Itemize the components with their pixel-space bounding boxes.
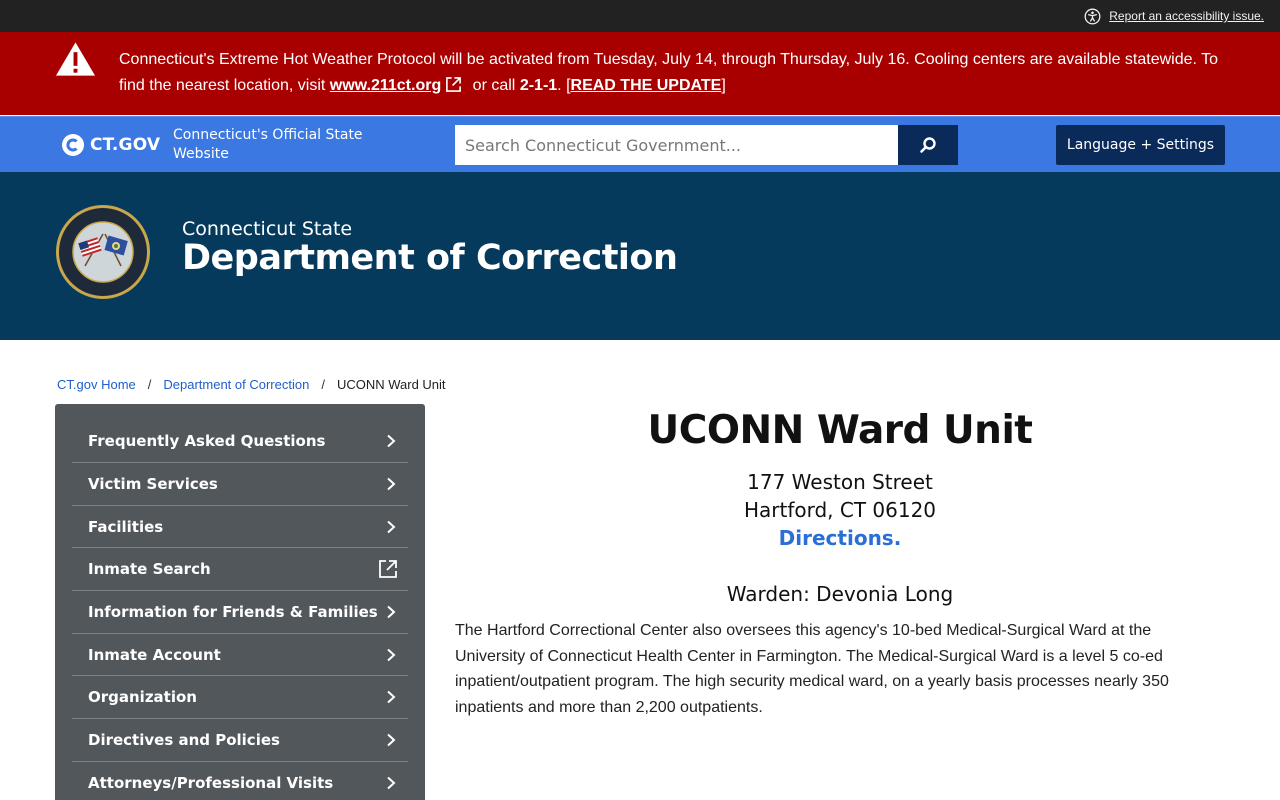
sidebar-item-label: Frequently Asked Questions	[88, 432, 326, 450]
breadcrumb-separator: /	[321, 377, 325, 392]
alert-text-after: . [	[557, 77, 571, 94]
alert-211-link[interactable]: www.211ct.org	[330, 77, 468, 94]
sidebar-item-inmate-account[interactable]: Inmate Account	[72, 634, 408, 677]
sidebar-item-faq[interactable]: Frequently Asked Questions	[72, 404, 408, 463]
agency-header: Connecticut State Department of Correcti…	[0, 172, 1280, 340]
sidebar-item-friends-families[interactable]: Information for Friends & Families	[72, 591, 408, 634]
ctgov-logo-text: CT.GOV	[90, 135, 161, 155]
report-accessibility-label: Report an accessibility issue.	[1109, 9, 1264, 23]
sidebar-item-inmate-search[interactable]: Inmate Search	[72, 548, 408, 592]
breadcrumb-department-of-correction[interactable]: Department of Correction	[163, 377, 309, 392]
alert-message: Connecticut's Extreme Hot Weather Protoc…	[119, 47, 1239, 99]
chevron-right-icon	[387, 776, 396, 789]
search-input[interactable]	[455, 125, 898, 165]
report-accessibility-link[interactable]: Report an accessibility issue.	[1084, 5, 1264, 27]
directions-link[interactable]: Directions.	[455, 526, 1225, 550]
accessibility-icon	[1084, 8, 1101, 24]
ctgov-logo[interactable]: CT.GOV	[62, 134, 160, 156]
breadcrumb: CT.gov Home / Department of Correction /…	[57, 377, 446, 392]
breadcrumb-separator: /	[147, 377, 152, 392]
sidebar-nav: Frequently Asked Questions Victim Servic…	[55, 404, 425, 800]
sidebar-item-organization[interactable]: Organization	[72, 676, 408, 720]
department-seal-logo[interactable]	[55, 204, 151, 300]
external-link-icon	[379, 560, 397, 579]
search-button[interactable]	[898, 125, 958, 165]
sidebar-item-attorneys-visits[interactable]: Attorneys/Professional Visits	[72, 762, 408, 800]
chevron-right-icon	[387, 477, 396, 491]
alert-text-middle: or call	[468, 77, 520, 94]
chevron-right-icon	[387, 691, 396, 704]
warden-name: Warden: Devonia Long	[726, 582, 954, 606]
agency-title[interactable]: Department of Correction	[182, 238, 678, 278]
ctgov-tagline: Connecticut's Official State Website	[173, 127, 363, 162]
sidebar-item-label: Facilities	[88, 517, 164, 536]
sidebar-item-facilities[interactable]: Facilities	[72, 506, 408, 549]
weather-alert-banner: Connecticut's Extreme Hot Weather Protoc…	[0, 32, 1280, 115]
sidebar-item-label: Attorneys/Professional Visits	[88, 773, 334, 792]
sidebar-item-label: Victim Services	[88, 474, 218, 493]
sidebar-item-label: Inmate Account	[88, 645, 221, 664]
address-line-1: 177 Weston Street	[747, 470, 933, 494]
utility-bar: Report an accessibility issue.	[0, 0, 1280, 32]
sidebar-item-label: Directives and Policies	[88, 730, 280, 749]
sidebar-item-label: Inmate Search	[88, 560, 211, 579]
ctgov-bar: CT.GOV Connecticut's Official State Webs…	[0, 116, 1280, 172]
agency-subtitle: Connecticut State	[182, 218, 353, 240]
chevron-right-icon	[387, 520, 396, 533]
chevron-right-icon	[387, 434, 396, 448]
address-line-2: Hartford, CT 06120	[743, 498, 937, 522]
external-link-icon	[446, 77, 462, 92]
breadcrumb-ctgov-home[interactable]: CT.gov Home	[57, 377, 136, 392]
sidebar-item-label: Information for Friends & Families	[88, 602, 378, 621]
breadcrumb-current: UCONN Ward Unit	[336, 377, 446, 392]
language-settings-button[interactable]: Language + Settings	[1056, 125, 1225, 165]
sidebar-item-victim-services[interactable]: Victim Services	[72, 463, 408, 506]
sidebar-item-directives-policies[interactable]: Directives and Policies	[72, 719, 408, 762]
facility-description: The Hartford Correctional Center also ov…	[455, 622, 1169, 717]
page-title: UCONN Ward Unit	[647, 408, 1033, 453]
search-icon	[920, 137, 936, 153]
chevron-right-icon	[387, 605, 396, 619]
alert-211-link-label: www.211ct.org	[329, 77, 442, 94]
read-update-link[interactable]: READ THE UPDATE	[571, 77, 722, 94]
alert-phone: 2-1-1	[519, 77, 558, 94]
warning-icon	[55, 42, 96, 76]
ctgov-logo-icon	[62, 134, 84, 156]
sidebar-item-label: Organization	[88, 688, 197, 707]
chevron-right-icon	[387, 648, 396, 661]
alert-text-end: ]	[721, 77, 726, 94]
chevron-right-icon	[387, 733, 396, 747]
